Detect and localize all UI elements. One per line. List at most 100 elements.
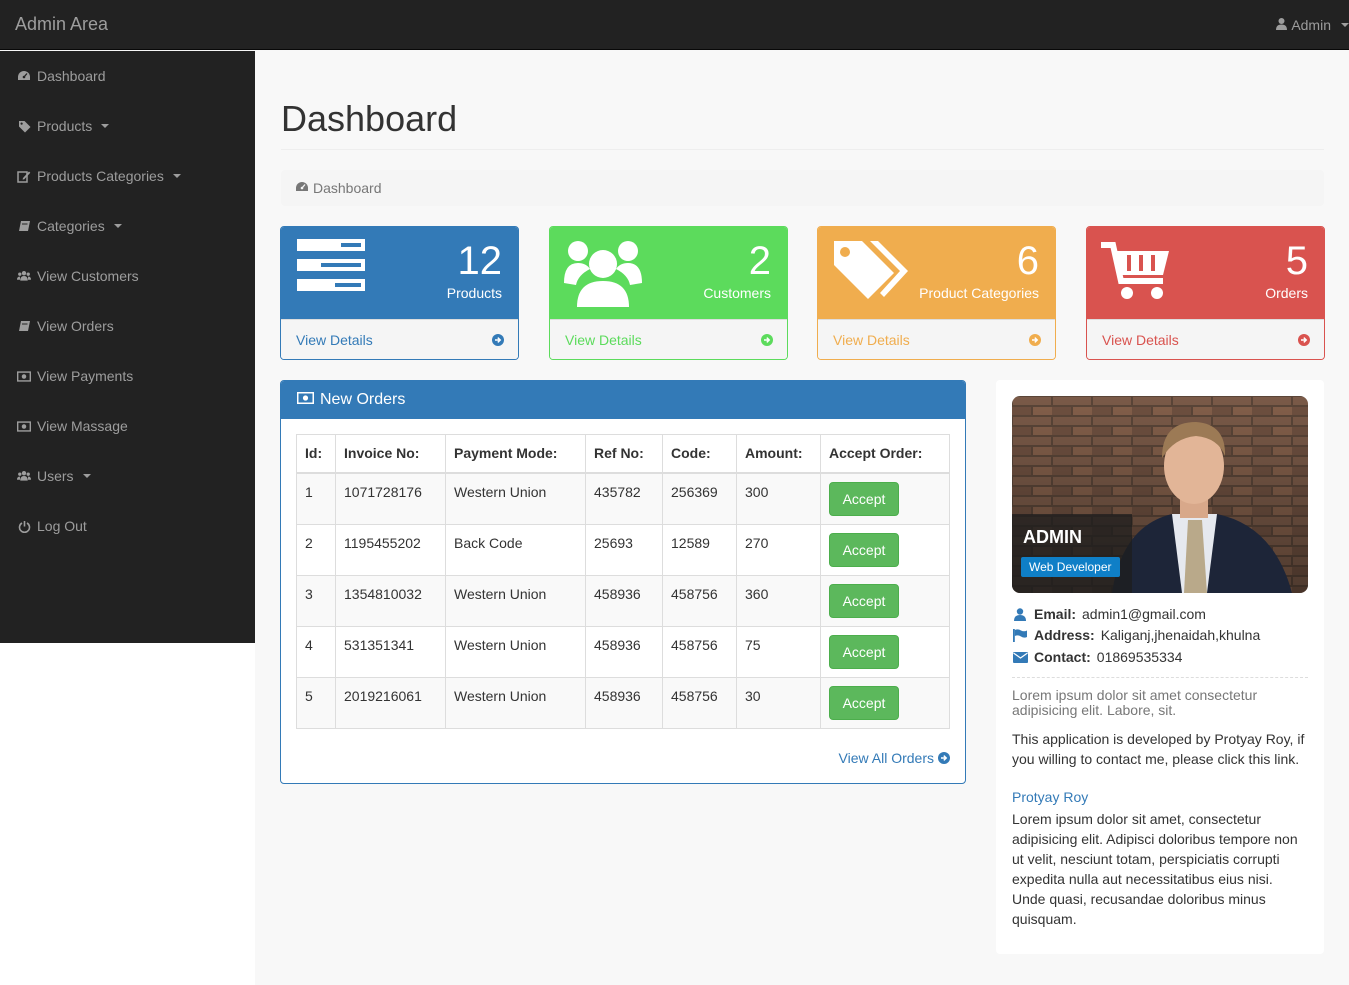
profile-contact: Contact: 01869535334	[1012, 649, 1182, 665]
product-categories-view-details-link[interactable]: View Details	[818, 319, 1055, 359]
money-icon	[17, 419, 31, 433]
order-id: 1	[296, 472, 336, 525]
orders-view-details-link[interactable]: View Details	[1087, 319, 1324, 359]
accept-button[interactable]: Accept	[829, 685, 899, 720]
profile-about-text: This application is developed by Protyay…	[1012, 731, 1305, 767]
view-all-orders-link[interactable]: View All Orders	[839, 750, 950, 766]
address-label: Address:	[1034, 627, 1095, 643]
chevron-down-icon	[113, 224, 122, 228]
sidebar-item-label: View Payments	[37, 368, 134, 384]
order-payment-mode: Western Union	[445, 625, 586, 678]
view-all-orders-label: View All Orders	[838, 750, 934, 766]
sidebar-item-label: View Customers	[37, 268, 139, 284]
arrow-circle-right-icon	[938, 752, 950, 764]
accept-cell: Accept	[820, 523, 950, 576]
sidebar-item-log-out[interactable]: Log Out	[0, 501, 255, 551]
sidebar-item-label: Dashboard	[37, 68, 106, 84]
power-off-icon	[17, 519, 31, 533]
sidebar-item-products-categories[interactable]: Products Categories	[0, 151, 255, 201]
divider	[1012, 677, 1308, 678]
customers-view-details-link[interactable]: View Details	[550, 319, 787, 359]
profile-name: ADMIN	[1023, 527, 1082, 547]
product-categories-stat-header: 6 Product Categories	[818, 227, 1055, 319]
profile-bio-text: Lorem ipsum dolor sit amet, consectetur …	[1012, 811, 1298, 927]
profile-author-link[interactable]: Protyay Roy	[1012, 789, 1088, 805]
order-ref: 25693	[585, 523, 663, 576]
sidebar-item-label: Products	[37, 118, 93, 134]
view-details-label: View Details	[1102, 331, 1179, 348]
profile-address: Address: Kaliganj,jhenaidah,khulna	[1012, 627, 1260, 643]
sidebar-item-view-massage[interactable]: View Massage	[0, 401, 255, 451]
order-id: 4	[296, 625, 336, 678]
order-invoice: 2019216061	[335, 676, 446, 729]
book-icon	[17, 319, 31, 333]
customers-count: 2	[748, 239, 771, 283]
order-invoice: 531351341	[335, 625, 446, 678]
sidebar-item-label: View Orders	[37, 318, 114, 334]
sidebar-item-view-orders[interactable]: View Orders	[0, 301, 255, 351]
email-label: Email:	[1034, 606, 1077, 622]
order-id: 5	[296, 676, 336, 729]
new-orders-header: New Orders	[281, 381, 965, 419]
sidebar-item-categories[interactable]: Categories	[0, 201, 255, 251]
order-id: 2	[296, 523, 336, 576]
order-code: 458756	[662, 676, 737, 729]
order-payment-mode: Western Union	[445, 574, 586, 627]
accept-button[interactable]: Accept	[829, 583, 899, 618]
contact-value: 01869535334	[1096, 649, 1183, 665]
brand-title[interactable]: Admin Area	[15, 14, 108, 35]
profile-lead-text: Lorem ipsum dolor sit amet consectetur a…	[1012, 687, 1258, 718]
order-code: 458756	[662, 574, 737, 627]
order-code: 12589	[662, 523, 737, 576]
sidebar-item-products[interactable]: Products	[0, 101, 255, 151]
flag-icon	[1012, 628, 1028, 642]
orders-table: Id: Invoice No: Payment Mode: Ref No: Co…	[296, 434, 950, 729]
accept-cell: Accept	[820, 472, 950, 525]
sidebar-item-view-payments[interactable]: View Payments	[0, 351, 255, 401]
sidebar-item-label: Products Categories	[37, 168, 164, 184]
product-categories-label: Product Categories	[919, 285, 1039, 301]
profile-email: Email: admin1@gmail.com	[1012, 606, 1206, 622]
divider	[281, 149, 1324, 150]
user-icon	[1012, 607, 1028, 621]
page-title: Dashboard	[281, 98, 458, 139]
accept-button[interactable]: Accept	[829, 634, 899, 669]
new-orders-title: New Orders	[320, 391, 406, 408]
breadcrumb-label: Dashboard	[313, 180, 382, 196]
sidebar-item-label: Users	[37, 468, 74, 484]
table-row: 3 1354810032 Western Union 458936 458756…	[296, 574, 950, 627]
table-header-row: Id: Invoice No: Payment Mode: Ref No: Co…	[296, 434, 950, 474]
products-stat-header: 12 Products	[281, 227, 518, 319]
accept-cell: Accept	[820, 676, 950, 729]
users-icon	[17, 469, 31, 483]
sidebar-item-dashboard[interactable]: Dashboard	[0, 51, 255, 101]
arrow-circle-right-icon	[761, 333, 773, 346]
products-label: Products	[446, 285, 502, 301]
admin-user-menu[interactable]: Admin	[1276, 17, 1349, 33]
sidebar-item-view-customers[interactable]: View Customers	[0, 251, 255, 301]
column-header: Ref No:	[585, 434, 663, 474]
chevron-down-icon	[1341, 23, 1349, 27]
order-amount: 360	[736, 574, 821, 627]
orders-stat-panel: 5 Orders View Details	[1086, 226, 1325, 360]
top-navbar: Admin Area Admin	[0, 0, 1349, 50]
order-invoice: 1071728176	[335, 472, 446, 525]
accept-button[interactable]: Accept	[829, 481, 899, 516]
order-payment-mode: Western Union	[445, 676, 586, 729]
order-code: 256369	[662, 472, 737, 525]
order-invoice: 1195455202	[335, 523, 446, 576]
table-row: 4 531351341 Western Union 458936 458756 …	[296, 625, 950, 678]
order-code: 458756	[662, 625, 737, 678]
table-row: 5 2019216061 Western Union 458936 458756…	[296, 676, 950, 729]
profile-role-badge: Web Developer	[1021, 557, 1120, 577]
accept-cell: Accept	[820, 574, 950, 627]
users-icon	[564, 237, 642, 312]
order-amount: 30	[736, 676, 821, 729]
sidebar-item-users[interactable]: Users	[0, 451, 255, 501]
accept-cell: Accept	[820, 625, 950, 678]
breadcrumb: Dashboard	[281, 170, 1324, 206]
view-details-label: View Details	[565, 331, 642, 348]
products-view-details-link[interactable]: View Details	[281, 319, 518, 359]
chevron-down-icon	[101, 124, 110, 128]
accept-button[interactable]: Accept	[829, 532, 899, 567]
